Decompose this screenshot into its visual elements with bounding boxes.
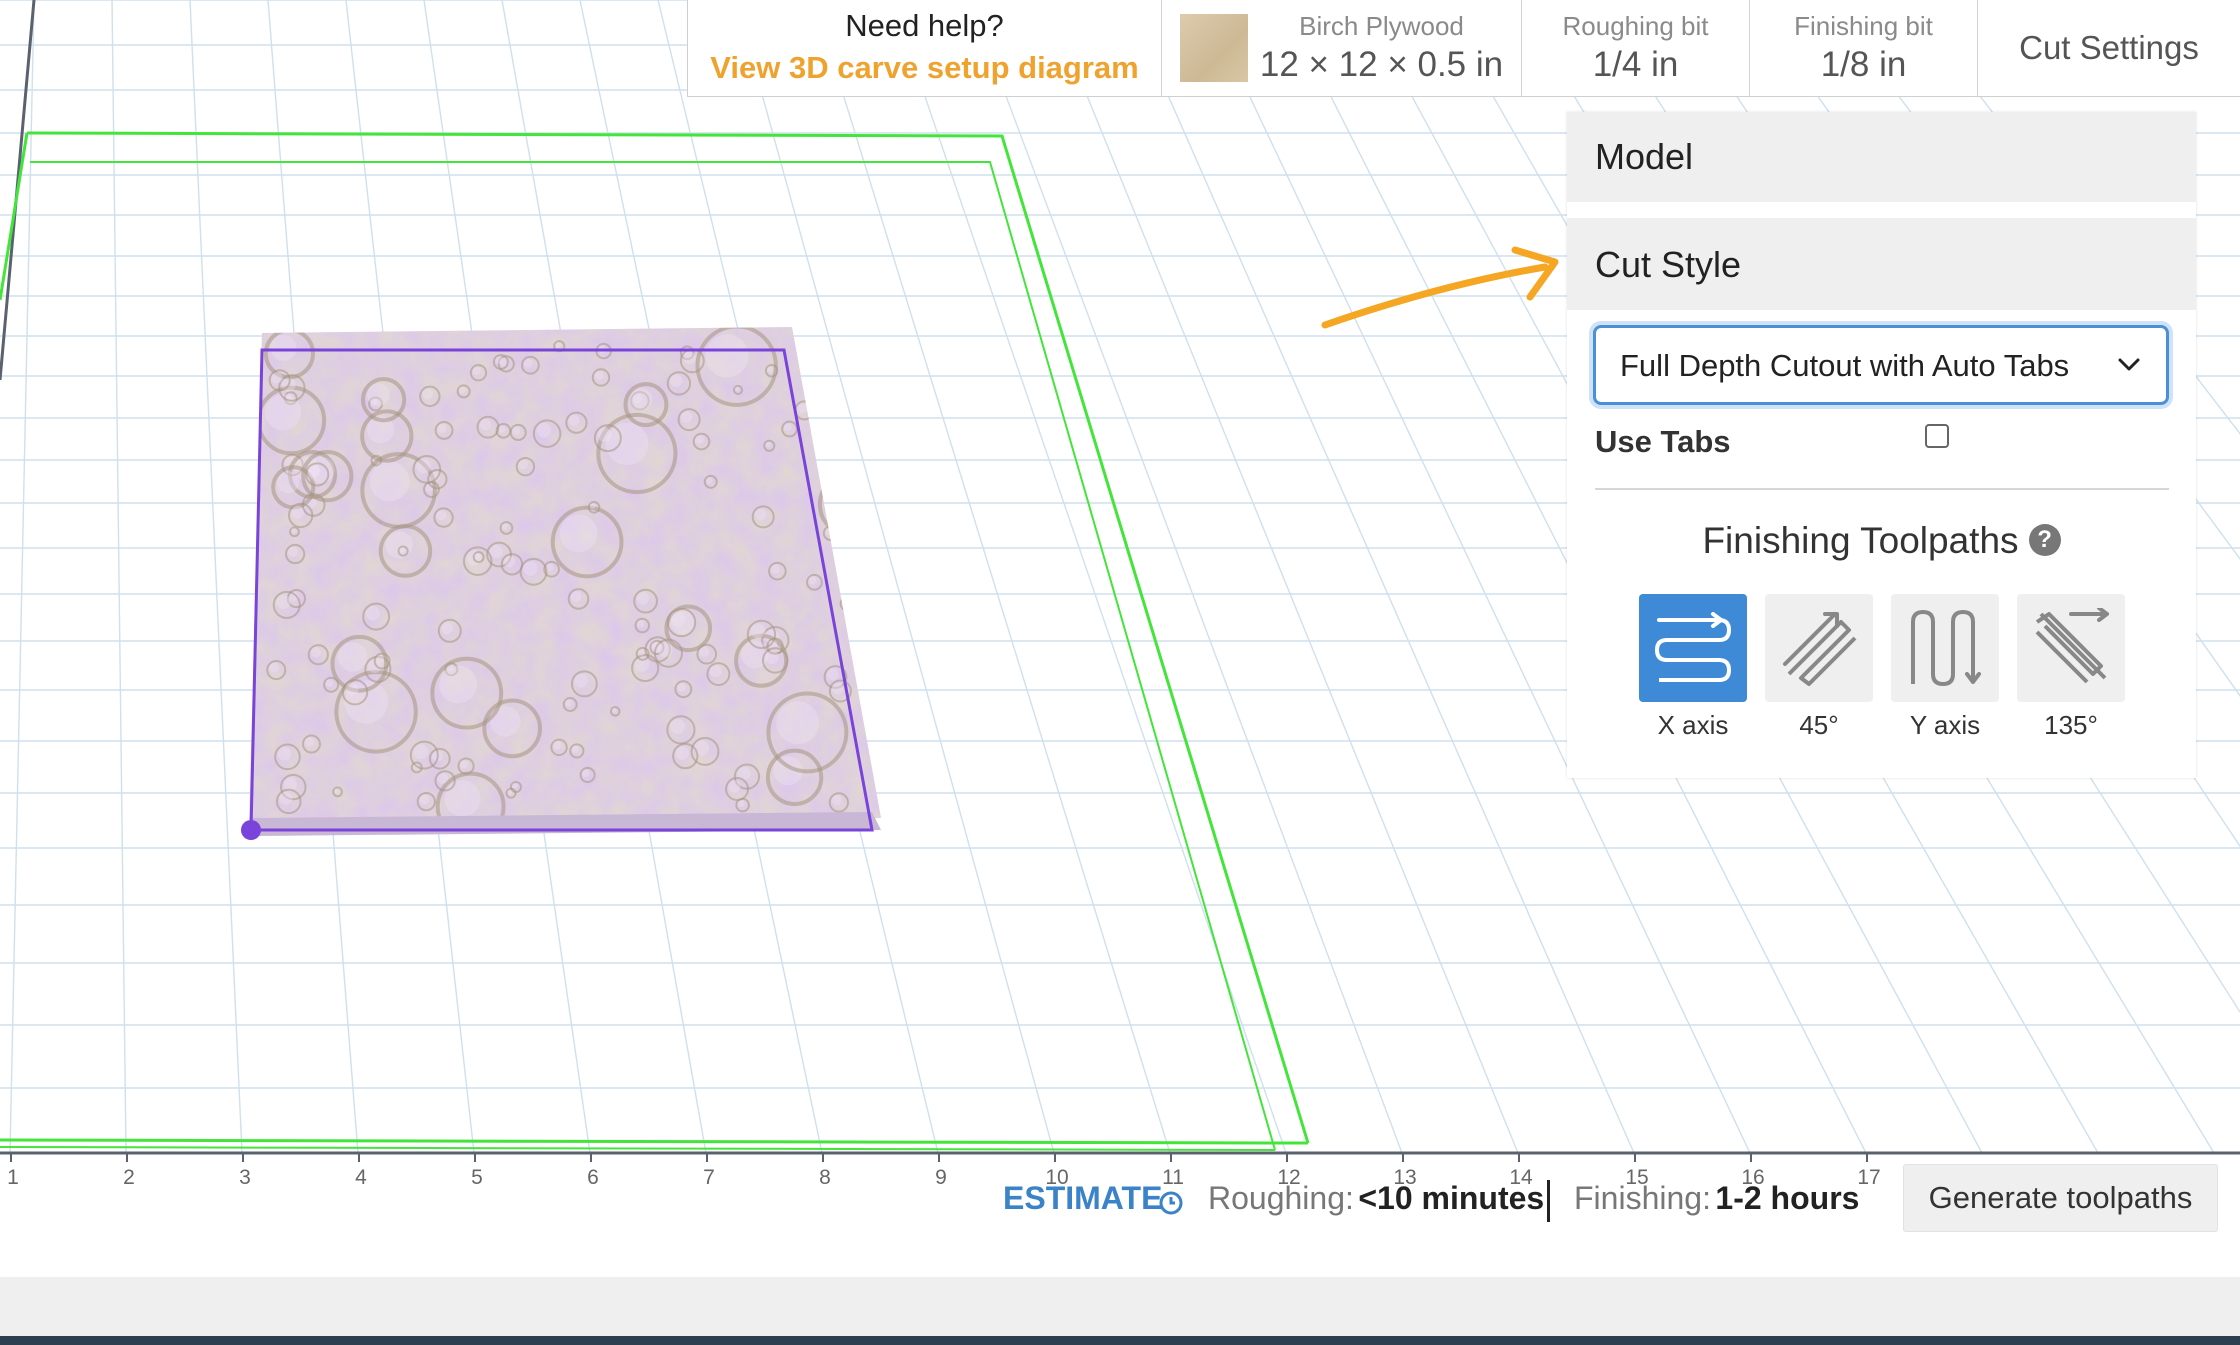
diagonal-45-toolpath-icon	[1783, 612, 1857, 686]
carved-model	[241, 327, 881, 840]
ruler-tick-label: 1	[7, 1166, 19, 1189]
hint-arrow	[1321, 246, 1559, 329]
ruler-tick-label: 17	[1857, 1166, 1880, 1189]
cut-settings-label: Cut Settings	[2019, 29, 2199, 66]
toolpath-45-label: 45°	[1799, 710, 1839, 740]
generate-toolpaths-button[interactable]: Generate toolpaths	[1903, 1164, 2218, 1232]
estimate-label: ESTIMATE	[1003, 1180, 1163, 1216]
finishing-estimate-key: Finishing:	[1574, 1180, 1711, 1216]
ruler-tick-label: 4	[355, 1166, 367, 1189]
toolpath-x-axis-label: X axis	[1657, 710, 1729, 740]
model-label: Model	[1595, 136, 1694, 177]
finishing-toolpaths-title: Finishing Toolpaths?	[1567, 520, 2196, 562]
chevron-down-icon	[2118, 358, 2140, 371]
use-tabs-label: Use Tabs	[1595, 424, 1731, 459]
material-selector[interactable]: Birch Plywood 12 × 12 × 0.5 in	[1162, 0, 1522, 96]
ruler-tick-label: 11	[1162, 1166, 1184, 1189]
ruler-tick-label: 5	[471, 1166, 483, 1189]
finishing-bit-selector[interactable]: Finishing bit 1/8 in	[1750, 0, 1978, 96]
toolpath-135-button[interactable]	[2017, 594, 2125, 702]
cut-style-value: Full Depth Cutout with Auto Tabs	[1620, 348, 2070, 383]
roughing-estimate-key: Roughing:	[1208, 1180, 1354, 1216]
cut-style-section-header[interactable]: Cut Style	[1567, 218, 2196, 310]
finishing-estimate: Finishing: 1-2 hours	[1574, 1180, 1859, 1217]
cut-settings-button[interactable]: Cut Settings	[1978, 0, 2240, 96]
ruler-tick-label: 8	[819, 1166, 831, 1189]
cut-style-dropdown[interactable]: Full Depth Cutout with Auto Tabs	[1593, 325, 2169, 405]
ruler-tick-label: 7	[703, 1166, 715, 1189]
toolpath-x-axis-button[interactable]	[1639, 594, 1747, 702]
footer-strip	[0, 1336, 2240, 1345]
toolpath-y-axis-label: Y axis	[1909, 710, 1981, 740]
ruler-tick-label: 6	[587, 1166, 599, 1189]
toolpath-y-axis-button[interactable]	[1891, 594, 1999, 702]
setup-diagram-link[interactable]: View 3D carve setup diagram	[710, 46, 1138, 90]
estimate-separator	[1547, 1180, 1550, 1222]
ruler-tick-label: 3	[239, 1166, 251, 1189]
material-swatch	[1179, 14, 1248, 82]
diagonal-135-toolpath-icon	[2035, 608, 2109, 684]
roughing-bit-value: 1/4 in	[1592, 45, 1679, 84]
roughing-estimate-value: <10 minutes	[1358, 1180, 1545, 1216]
toolpath-135-label: 135°	[2044, 710, 2098, 740]
use-tabs-checkbox[interactable]	[1925, 424, 1949, 448]
model-section-header[interactable]: Model	[1567, 112, 2196, 202]
finishing-estimate-value: 1-2 hours	[1715, 1180, 1860, 1216]
settings-panel: Model Cut Style Full Depth Cutout with A…	[1567, 112, 2196, 778]
help-title: Need help?	[845, 8, 1004, 43]
x-axis-toolpath-icon	[1654, 612, 1732, 682]
material-size: 12 × 12 × 0.5 in	[1259, 45, 1504, 84]
ruler-tick-label: 9	[935, 1166, 947, 1189]
finishing-bit-value: 1/8 in	[1820, 45, 1907, 84]
material-name: Birch Plywood	[1299, 11, 1464, 41]
toolpath-45-button[interactable]	[1765, 594, 1873, 702]
finishing-bit-label: Finishing bit	[1794, 11, 1933, 41]
top-toolbar: Need help? View 3D carve setup diagram B…	[687, 0, 2240, 97]
origin-point	[241, 820, 261, 840]
roughing-bit-selector[interactable]: Roughing bit 1/4 in	[1522, 0, 1750, 96]
finishing-toolpaths-label: Finishing Toolpaths	[1702, 520, 2019, 561]
divider	[1595, 488, 2169, 490]
help-icon[interactable]: ?	[2028, 524, 2061, 557]
help-section: Need help? View 3D carve setup diagram	[688, 0, 1162, 96]
roughing-estimate: Roughing: <10 minutes	[1208, 1180, 1544, 1217]
y-axis-toolpath-icon	[1911, 609, 1981, 687]
footer-bar	[0, 1277, 2240, 1336]
clock-icon	[1159, 1191, 1183, 1215]
cut-style-label: Cut Style	[1595, 244, 1742, 285]
ruler-tick-label: 2	[123, 1166, 135, 1189]
roughing-bit-label: Roughing bit	[1562, 11, 1709, 41]
